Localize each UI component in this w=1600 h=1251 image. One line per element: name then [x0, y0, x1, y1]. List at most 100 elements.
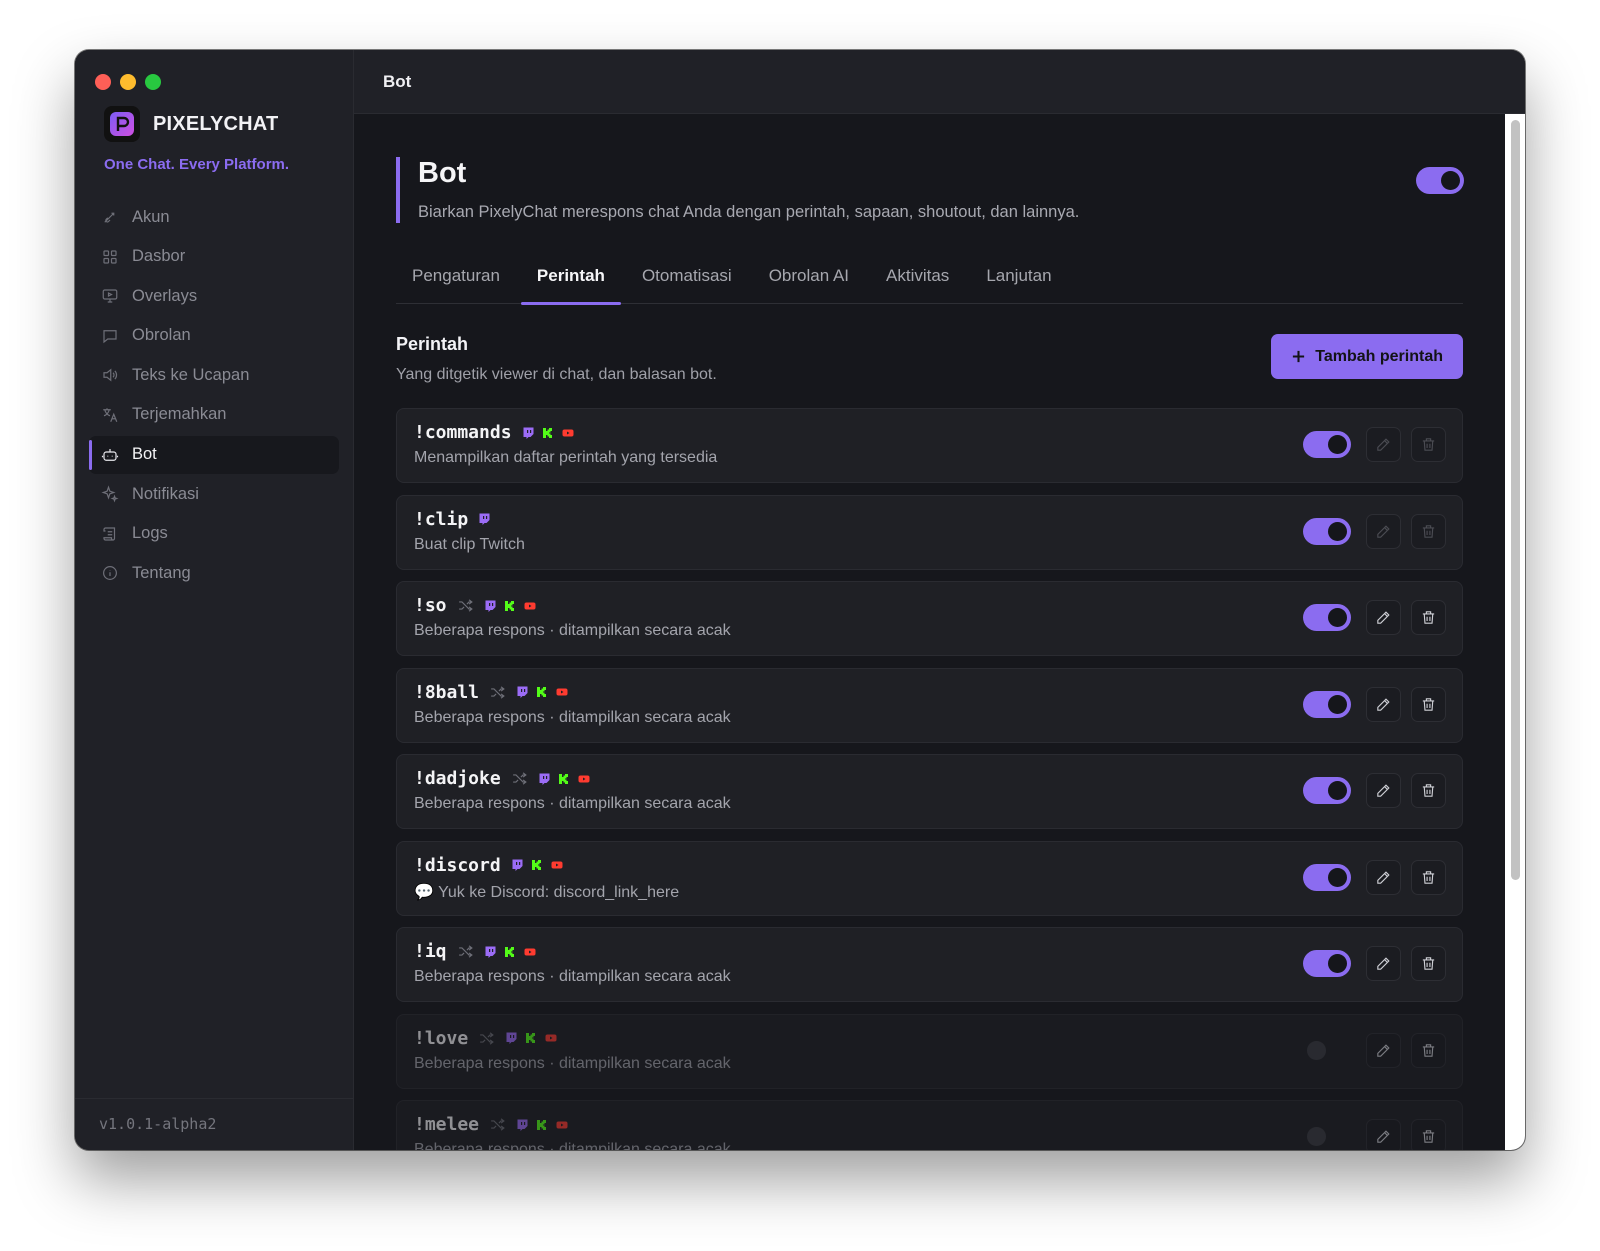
- add-command-button[interactable]: Tambah perintah: [1271, 334, 1463, 379]
- command-enabled-toggle[interactable]: [1303, 1036, 1351, 1064]
- command-header: !melee: [414, 1114, 568, 1135]
- pixelychat-logo-icon: [104, 106, 140, 142]
- delete-command-button[interactable]: [1411, 859, 1446, 895]
- trash-icon: [1422, 611, 1435, 624]
- tab-obrolan-ai[interactable]: Obrolan AI: [753, 259, 865, 304]
- tab-perintah[interactable]: Perintah: [520, 259, 621, 305]
- tab-otomatisasi[interactable]: Otomatisasi: [626, 259, 748, 304]
- sidebar-item-bot[interactable]: Bot: [89, 435, 339, 474]
- scrollbar[interactable]: [1505, 114, 1525, 1150]
- command-header: !so: [414, 595, 536, 616]
- edit-command-button[interactable]: [1366, 1032, 1401, 1068]
- command-enabled-toggle[interactable]: [1303, 863, 1351, 891]
- edit-command-button[interactable]: [1366, 859, 1401, 895]
- command-name: !commands: [414, 422, 512, 443]
- sidebar-item-terjemahkan[interactable]: Terjemahkan: [89, 396, 339, 434]
- command-row[interactable]: !melee Beberapa respons · ditampilkan sec…: [396, 1100, 1463, 1150]
- sidebar-item-obrolan[interactable]: Obrolan: [89, 317, 339, 355]
- command-enabled-toggle[interactable]: [1303, 604, 1351, 631]
- close-window-button[interactable]: [95, 74, 111, 90]
- delete-command-button[interactable]: [1411, 1119, 1446, 1150]
- scrollbar-thumb[interactable]: [1511, 120, 1520, 880]
- delete-command-button[interactable]: [1411, 427, 1446, 462]
- delete-command-button[interactable]: [1411, 686, 1446, 722]
- youtube-icon: [578, 775, 590, 782]
- kick-icon: [537, 687, 547, 697]
- edit-command-button[interactable]: [1366, 946, 1401, 981]
- twitch-icon: [485, 946, 496, 958]
- sidebar-item-dasbor[interactable]: Dasbor: [89, 238, 339, 276]
- command-row[interactable]: !love Beberapa respons · ditampilkan seca…: [396, 1013, 1463, 1089]
- command-enabled-toggle[interactable]: [1303, 1123, 1351, 1150]
- twitch-icon: [517, 1119, 528, 1131]
- sidebar: PIXELYCHAT One Chat. Every Platform. Aku…: [75, 50, 354, 1150]
- command-name: !discord: [414, 854, 501, 876]
- chat-bubble-icon: [103, 329, 117, 344]
- page-header: Bot Biarkan PixelyChat merespons chat An…: [396, 157, 1464, 223]
- delete-command-button[interactable]: [1411, 946, 1446, 981]
- trash-icon: [1422, 524, 1435, 538]
- command-enabled-toggle[interactable]: [1303, 690, 1351, 718]
- command-row[interactable]: !8ball Beberapa respons · ditampilkan sec…: [396, 667, 1463, 743]
- delete-command-button[interactable]: [1411, 513, 1446, 549]
- edit-command-button[interactable]: [1366, 773, 1401, 808]
- command-row[interactable]: !commands Menampilkan daftar perintah yan…: [396, 408, 1463, 483]
- platform-badges: [478, 513, 490, 525]
- brand: PIXELYCHAT: [104, 106, 278, 142]
- command-description: Menampilkan daftar perintah yang tersedi…: [414, 449, 718, 466]
- sidebar-item-label: Bot: [132, 445, 157, 464]
- sidebar-item-teks-ke-ucapan[interactable]: Teks ke Ucapan: [89, 356, 339, 394]
- twitch-icon: [523, 427, 534, 439]
- app-tagline: One Chat. Every Platform.: [104, 156, 290, 173]
- command-name: !love: [414, 1027, 469, 1049]
- command-enabled-toggle[interactable]: [1303, 777, 1351, 804]
- command-row[interactable]: !discord 💬 Yuk ke Discord: discord_link_h…: [396, 840, 1463, 916]
- window-title: Bot: [354, 50, 1525, 114]
- command-row[interactable]: !so Beberapa respons · ditampilkan secara…: [396, 581, 1463, 656]
- sidebar-item-tentang[interactable]: Tentang: [89, 554, 339, 592]
- command-enabled-toggle[interactable]: [1303, 950, 1351, 977]
- command-actions: [1303, 1032, 1446, 1068]
- bot-icon: [101, 448, 119, 461]
- edit-command-button[interactable]: [1366, 1119, 1401, 1150]
- scroll-icon: [103, 527, 116, 541]
- bot-enabled-toggle[interactable]: [1416, 167, 1464, 194]
- command-enabled-toggle[interactable]: [1303, 431, 1351, 458]
- maximize-window-button[interactable]: [145, 74, 161, 90]
- edit-command-button[interactable]: [1366, 427, 1401, 462]
- delete-command-button[interactable]: [1411, 1032, 1446, 1068]
- command-enabled-toggle[interactable]: [1303, 517, 1351, 545]
- edit-command-button[interactable]: [1366, 513, 1401, 549]
- tab-lanjutan[interactable]: Lanjutan: [970, 259, 1067, 304]
- command-actions: [1303, 1119, 1446, 1150]
- tab-pengaturan[interactable]: Pengaturan: [396, 259, 516, 304]
- edit-command-button[interactable]: [1366, 600, 1401, 635]
- edit-command-button[interactable]: [1366, 686, 1401, 722]
- sidebar-item-logs[interactable]: Logs: [89, 515, 339, 553]
- command-row[interactable]: !clip Buat clip Twitch: [396, 494, 1463, 570]
- command-header: !8ball: [414, 682, 568, 703]
- command-description: 💬 Yuk ke Discord: discord_link_here: [414, 883, 680, 901]
- add-command-label: Tambah perintah: [1315, 347, 1443, 365]
- sidebar-item-label: Obrolan: [132, 326, 191, 345]
- shuffle-icon: [491, 1118, 505, 1131]
- command-row[interactable]: !iq Beberapa respons · ditampilkan secara…: [396, 927, 1463, 1002]
- command-description: Beberapa respons · ditampilkan secara ac…: [414, 622, 731, 639]
- minimize-window-button[interactable]: [120, 74, 136, 90]
- command-header: !commands: [414, 422, 574, 443]
- tab-aktivitas[interactable]: Aktivitas: [870, 259, 965, 304]
- trash-icon: [1422, 784, 1435, 797]
- youtube-icon: [556, 688, 568, 696]
- sidebar-item-label: Logs: [132, 524, 168, 543]
- sidebar-item-overlays[interactable]: Overlays: [89, 277, 339, 315]
- twitch-icon: [539, 773, 550, 785]
- sidebar-item-notifikasi[interactable]: Notifikasi: [89, 475, 339, 513]
- trash-icon: [1422, 438, 1435, 451]
- sidebar-item-akun[interactable]: Akun: [89, 198, 339, 236]
- delete-command-button[interactable]: [1411, 773, 1446, 808]
- command-name: !clip: [414, 508, 469, 530]
- twitch-icon: [485, 600, 496, 612]
- command-actions: [1303, 946, 1446, 981]
- delete-command-button[interactable]: [1411, 600, 1446, 635]
- command-row[interactable]: !dadjoke Beberapa respons · ditampilkan s…: [396, 754, 1463, 829]
